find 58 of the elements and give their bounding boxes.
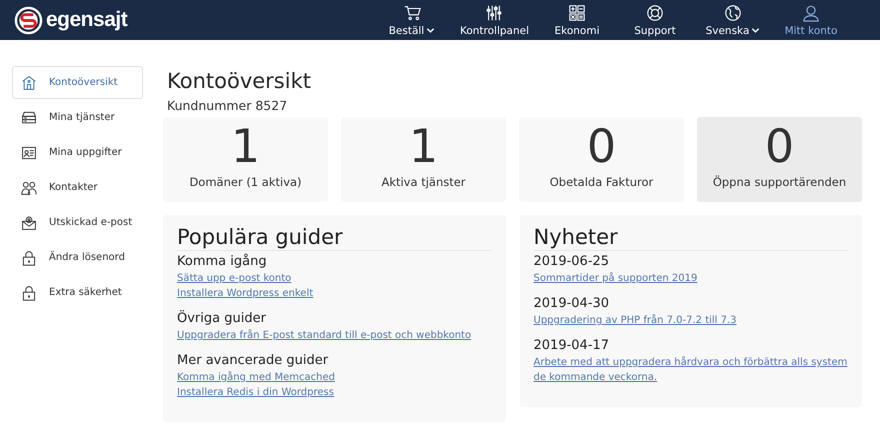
cart-icon [402,4,421,22]
nav-item[interactable]: Beställ [372,4,451,36]
stat-label: Domäner (1 aktiva) [189,175,302,189]
logo-icon [14,6,43,34]
sliders-icon [485,4,504,22]
house-icon [21,74,37,90]
server-icon [21,110,37,126]
stat-value: 1 [408,120,438,172]
guide-link[interactable]: Installera Wordpress enkelt [177,286,314,301]
page-title: Kontoöversikt [167,69,312,93]
news-date: 2019-06-25 [534,254,610,269]
stat-card[interactable]: 1 Domäner (1 aktiva) [163,117,328,202]
news-link[interactable]: Sommartider på supporten 2019 [534,271,698,286]
stat-value: 1 [230,120,260,172]
news-date: 2019-04-30 [534,296,610,311]
nav-item[interactable]: Ekonomi [538,4,616,36]
sidebar-item[interactable]: Extra säkerhet [12,276,143,309]
news-link[interactable]: Uppgradering av PHP från 7.0-7.2 till 7.3 [534,313,737,328]
sidebar-item[interactable]: Mina tjänster [12,101,143,134]
section-heading: Mer avancerade guider [177,353,328,368]
panel-title: Populära guider [177,225,492,251]
sidebar-item[interactable]: Kontakter [12,171,143,204]
stat-card[interactable]: 0 Öppna supportärenden [697,117,862,202]
stat-card[interactable]: 1 Aktiva tjänster [341,117,506,202]
lock-icon [21,250,37,266]
id-card-icon [21,144,37,160]
nav-item[interactable]: Mitt konto [772,4,850,36]
stat-label: Obetalda Fakturor [550,175,654,189]
logo-text: egensajt [46,8,128,32]
customer-number: Kundnummer 8527 [167,98,288,113]
panel-title: Nyheter [534,225,848,251]
globe-icon [724,4,742,22]
stat-value: 0 [586,120,616,172]
news-date: 2019-04-17 [534,338,610,353]
stat-card[interactable]: 0 Obetalda Fakturor [519,117,684,202]
people-icon [21,180,37,196]
lifebuoy-icon [646,4,664,22]
nav-item[interactable]: Svenska [694,4,772,36]
user-icon [802,4,820,22]
sidebar-item[interactable]: Kontoöversikt [12,66,143,99]
guide-link[interactable]: Sätta upp e-post konto [177,271,292,286]
mail-icon [21,214,37,230]
guide-link[interactable]: Installera Redis i din Wordpress [177,385,334,400]
news-link[interactable]: Arbete med att uppgradera hårdvara och förbättra alls system de kommande veckorna. [534,355,848,385]
nav-item[interactable]: Support [616,4,694,36]
stat-label: Aktiva tjänster [381,175,466,189]
section-heading: Komma igång [177,254,267,269]
nav-item[interactable]: Kontrollpanel [450,4,538,36]
sidebar-item[interactable]: Utskickad e-post [12,206,143,239]
lock-icon [21,284,37,300]
stat-value: 0 [764,120,794,172]
sidebar-item[interactable]: Mina uppgifter [12,136,143,169]
guide-link[interactable]: Komma igång med Memcached [177,370,335,385]
guide-link[interactable]: Uppgradera från E-post standard till e-post och webbkonto [177,328,472,343]
calculator-icon [568,4,586,22]
section-heading: Övriga guider [177,311,266,326]
stat-label: Öppna supportärenden [712,175,846,189]
sidebar-item[interactable]: Ändra lösenord [12,241,143,274]
